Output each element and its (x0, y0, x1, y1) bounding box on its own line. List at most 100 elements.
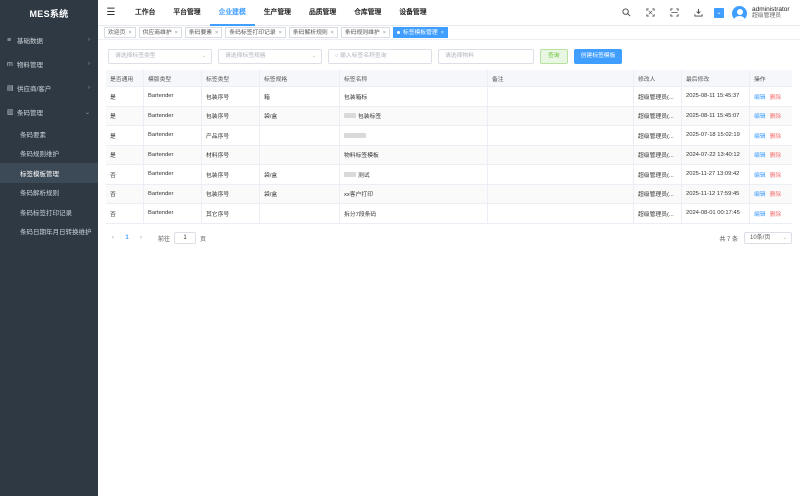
close-icon[interactable]: × (215, 28, 218, 38)
language-switch-icon[interactable]: ⌄ (714, 8, 724, 18)
close-icon[interactable]: × (441, 28, 444, 38)
cell-actions: 编辑 删除 (750, 165, 792, 184)
cell-label-name (340, 126, 488, 145)
delete-link[interactable]: 删除 (770, 170, 782, 179)
search-icon[interactable] (614, 7, 638, 19)
goto-suffix: 页 (200, 236, 207, 243)
sidebar-subitem-2[interactable]: 标签模板管理 (0, 163, 98, 183)
edit-link[interactable]: 编辑 (754, 111, 766, 120)
delete-link[interactable]: 删除 (770, 131, 782, 140)
close-icon[interactable]: × (175, 28, 178, 38)
filter-bar: 请选择标签类型 ⌄ 请选择标签规格 ⌄ ○ 输入标签名称查询 请选择物料 查询 创建… (108, 48, 628, 64)
label-type-select[interactable]: 请选择标签类型 ⌄ (108, 48, 212, 64)
tab-2[interactable]: 条码要素 × (184, 27, 223, 38)
top-nav-item[interactable]: 仓库管理 (345, 0, 390, 26)
download-icon[interactable] (686, 8, 710, 19)
tab-4[interactable]: 条码解析规则 × (288, 27, 338, 38)
goto-page-input[interactable]: 1 (174, 232, 197, 244)
cell-modified-time: 2025-11-27 13:09:42 (682, 165, 750, 184)
table-row: 否 Bartender 包装序号 袋/盒 测试 超级管理员(... 2025-11-27 1… (106, 165, 792, 185)
sidebar-group-label: 条码管理 (17, 110, 43, 117)
prev-page-button[interactable]: ‹ (106, 235, 120, 241)
user-info[interactable]: administrator 超级管理员 (752, 6, 800, 21)
sidebar-group-1[interactable]: m 物料管理 › (0, 52, 98, 76)
tab-5[interactable]: 条码规则维护 × (340, 27, 390, 38)
label-type-placeholder: 请选择标签类型 (115, 52, 156, 59)
material-select[interactable]: 请选择物料 (438, 48, 534, 64)
active-dot-icon (396, 31, 400, 34)
cell-label-name: 包装标签 (340, 106, 488, 125)
sidebar-group-0[interactable]: ≡ 基础数据 › (0, 28, 98, 52)
label-name-search-input[interactable]: ○ 输入标签名称查询 (328, 48, 432, 64)
query-button[interactable]: 查询 (540, 48, 568, 64)
pagination-right: 共 7 条 10条/页 ⌄ (719, 231, 792, 245)
delete-link[interactable]: 删除 (770, 150, 782, 159)
top-nav-item[interactable]: 工作台 (126, 0, 164, 26)
top-nav-item[interactable]: 品质管理 (300, 0, 345, 26)
cell-template-type: Bartender (144, 165, 202, 184)
create-template-button[interactable]: 创建标签模板 (573, 48, 623, 64)
scan-icon[interactable] (662, 7, 686, 19)
top-nav-item[interactable]: 平台管理 (164, 0, 209, 26)
total-count: 共 7 条 (719, 236, 738, 243)
pagination: ‹ 1 › 前往 1 页 共 7 条 10条/页 ⌄ (106, 231, 792, 245)
label-spec-select[interactable]: 请选择标签规格 ⌄ (218, 48, 322, 64)
cell-label-type: 其它序号 (202, 204, 260, 223)
edit-link[interactable]: 编辑 (754, 92, 766, 101)
sidebar-subitem-1[interactable]: 条码规则维护 (0, 144, 98, 164)
cell-label-spec: 袋/盒 (260, 184, 340, 203)
cell-general: 是 (106, 126, 144, 145)
top-nav-item[interactable]: 设备管理 (390, 0, 435, 26)
sidebar-subitem-5[interactable]: 条码日期年月日转换维护 (0, 222, 98, 242)
edit-link[interactable]: 编辑 (754, 170, 766, 179)
page-size-select[interactable]: 10条/页 ⌄ (744, 232, 792, 244)
close-icon[interactable]: × (128, 28, 131, 38)
top-nav-item[interactable]: 生产管理 (255, 0, 300, 26)
tab-1[interactable]: 供应商维护 × (138, 27, 182, 38)
tab-3[interactable]: 条码标签打印记录 × (225, 27, 286, 38)
cell-actions: 编辑 删除 (750, 107, 792, 126)
menu-toggle-icon[interactable]: ☰ (100, 7, 122, 18)
material-placeholder: 请选择物料 (445, 52, 474, 59)
cell-label-type: 材料序号 (202, 145, 260, 164)
close-icon[interactable]: × (383, 28, 386, 38)
delete-link[interactable]: 删除 (770, 92, 782, 101)
delete-link[interactable]: 删除 (770, 209, 782, 218)
cell-modifier: 超级管理员(... (634, 204, 682, 223)
tab-label: 欢迎页 (108, 29, 126, 36)
cell-label-type: 包装序号 (202, 87, 260, 106)
delete-link[interactable]: 删除 (770, 111, 782, 120)
chevron-down-icon: ⌄ (311, 52, 316, 59)
column-header: 最后修改 (682, 70, 750, 86)
cell-template-type: Bartender (144, 184, 202, 203)
next-page-button[interactable]: › (134, 235, 148, 241)
sidebar-subitem-3[interactable]: 条码解析规则 (0, 183, 98, 203)
barcode-icon: ▥ (7, 109, 14, 116)
sidebar-group-2[interactable]: ▤ 供应商/客户 › (0, 76, 98, 100)
close-icon[interactable]: × (331, 28, 334, 38)
tab-0[interactable]: 欢迎页 × (104, 27, 136, 38)
chevron-down-icon: ⌄ (201, 52, 206, 59)
sidebar-group-3[interactable]: ▥ 条码管理 ⌄ (0, 100, 98, 124)
cell-label-type: 产品序号 (202, 126, 260, 145)
cell-label-spec: 袋/盒 (260, 165, 340, 184)
edit-link[interactable]: 编辑 (754, 189, 766, 198)
sidebar-subitem-0[interactable]: 条码要素 (0, 124, 98, 144)
delete-link[interactable]: 删除 (770, 189, 782, 198)
fullscreen-icon[interactable] (638, 7, 662, 19)
close-icon[interactable]: × (279, 28, 282, 38)
cell-label-name: 包装箱标 (340, 87, 488, 106)
cell-template-type: Bartender (144, 126, 202, 145)
label-name-placeholder: 输入标签名称查询 (340, 52, 387, 59)
edit-link[interactable]: 编辑 (754, 131, 766, 140)
cell-actions: 编辑 删除 (750, 204, 792, 223)
avatar[interactable] (732, 5, 747, 21)
sidebar-subitem-4[interactable]: 条码标签打印记录 (0, 202, 98, 222)
edit-link[interactable]: 编辑 (754, 150, 766, 159)
page-number-current[interactable]: 1 (120, 235, 134, 241)
cell-actions: 编辑 删除 (750, 185, 792, 204)
cell-modifier: 超级管理员(... (634, 165, 682, 184)
edit-link[interactable]: 编辑 (754, 209, 766, 218)
top-nav-item[interactable]: 企业建模 (209, 0, 255, 26)
tab-6[interactable]: 标签模板管理 × (392, 27, 448, 38)
